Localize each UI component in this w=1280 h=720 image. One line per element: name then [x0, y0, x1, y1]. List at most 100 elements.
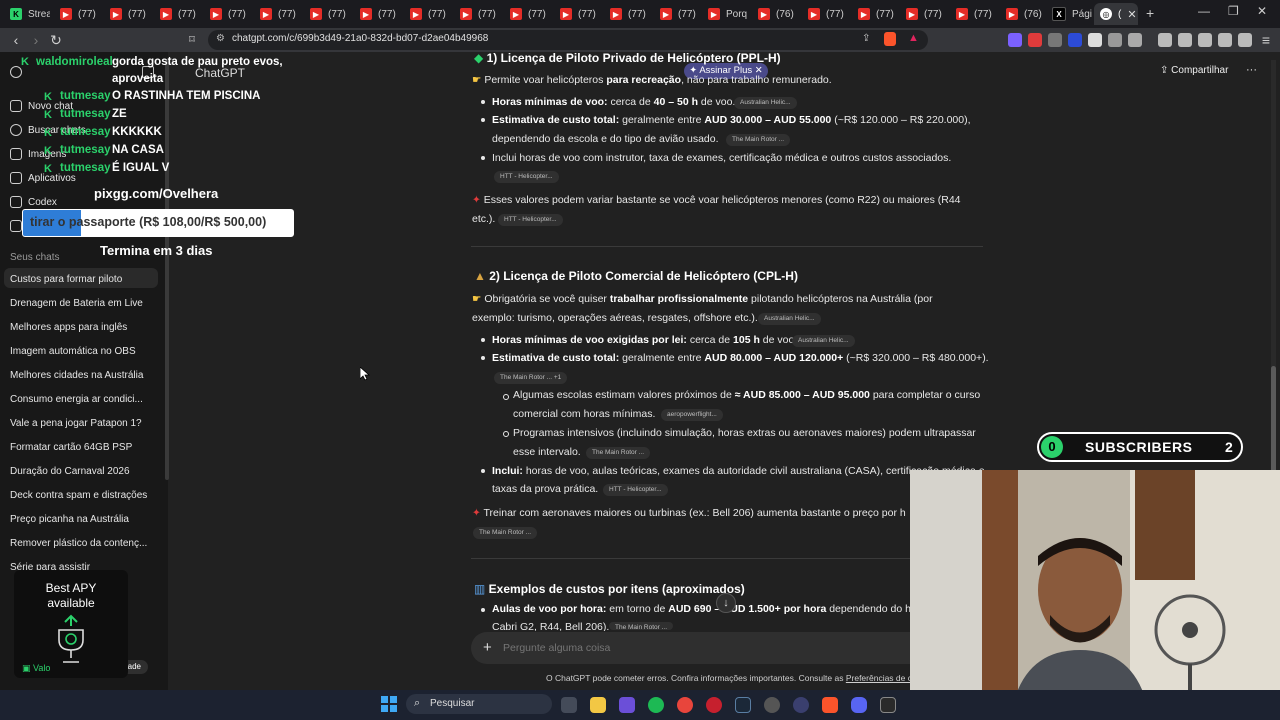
source-chip[interactable]: HTT - Helicopter... — [498, 214, 563, 226]
tab-youtube[interactable]: ▶ (77) — [900, 3, 946, 25]
share-button[interactable]: ⇪ Compartilhar — [1160, 65, 1228, 76]
extension-icon[interactable] — [1128, 33, 1142, 47]
vpn-icon[interactable] — [1218, 33, 1232, 47]
brave-rewards-icon[interactable]: ▲ — [908, 32, 919, 44]
browser-menu-icon[interactable]: ≡ — [1258, 32, 1274, 48]
back-icon[interactable]: ‹ — [8, 32, 24, 48]
page-scrollbar[interactable] — [1271, 366, 1276, 476]
epic-games-icon[interactable] — [880, 697, 896, 713]
pointing-hand-icon: ☛ — [472, 74, 485, 86]
more-options-icon[interactable]: ··· — [1246, 64, 1257, 76]
source-chip[interactable]: The Main Rotor ... — [473, 527, 538, 539]
forward-icon[interactable]: › — [28, 32, 44, 48]
tab-youtube[interactable]: ▶ (77) — [504, 3, 550, 25]
reload-icon[interactable]: ↻ — [48, 32, 64, 48]
tab-youtube[interactable]: ▶ (77) — [802, 3, 848, 25]
obs-icon[interactable] — [793, 697, 809, 713]
source-chip[interactable]: Australian Helic... — [734, 97, 797, 109]
extension-icon[interactable] — [1088, 33, 1102, 47]
file-explorer-icon[interactable] — [590, 697, 606, 713]
source-chip[interactable]: The Main Rotor ... — [609, 622, 674, 630]
tab-youtube[interactable]: ▶ (76) — [1000, 3, 1044, 25]
sidebar-chat-item[interactable]: Melhores apps para inglês — [10, 322, 127, 333]
source-chip[interactable]: Australian Helic... — [792, 335, 855, 347]
shield-icon[interactable] — [1238, 33, 1252, 47]
extension-icon[interactable] — [1028, 33, 1042, 47]
sidebar-chat-item[interactable]: Preço picanha na Austrália — [10, 514, 129, 525]
source-chip[interactable]: aeropowerflight... — [661, 409, 723, 421]
sidebar-codex[interactable]: Codex — [28, 197, 57, 208]
tab-youtube[interactable]: ▶ (77) — [154, 3, 200, 25]
tab-youtube[interactable]: ▶ (77) — [54, 3, 100, 25]
extensions-puzzle-icon[interactable] — [1108, 33, 1122, 47]
sidebar-chat-item[interactable]: Formatar cartão 64GB PSP — [10, 442, 132, 453]
source-chip[interactable]: Australian Helic... — [758, 313, 821, 325]
tab-stream[interactable]: K Strea — [4, 3, 50, 25]
task-view-icon[interactable] — [561, 697, 577, 713]
tab-youtube[interactable]: ▶ (77) — [604, 3, 650, 25]
new-tab-icon[interactable]: + — [1146, 5, 1154, 21]
media-icon[interactable] — [1158, 33, 1172, 47]
tab-youtube[interactable]: ▶ (76) — [752, 3, 798, 25]
tab-x[interactable]: X Pági — [1046, 3, 1092, 25]
spotify-icon[interactable] — [648, 697, 664, 713]
source-chip[interactable]: HTT - Helicopter... — [494, 171, 559, 183]
tab-chatgpt-active[interactable]: ◎ ( ✕ — [1094, 3, 1138, 25]
site-info-icon[interactable]: ⚙ — [216, 33, 225, 44]
tab-youtube[interactable]: ▶ (77) — [404, 3, 450, 25]
source-chip[interactable]: The Main Rotor ... +1 — [494, 372, 568, 384]
opera-icon[interactable] — [706, 697, 722, 713]
share-page-icon[interactable]: ⇪ — [862, 33, 870, 44]
source-chip[interactable]: The Main Rotor ... — [726, 134, 791, 146]
taskbar-search[interactable]: ⌕ Pesquisar — [406, 694, 552, 714]
source-chip[interactable]: The Main Rotor ... — [586, 447, 651, 459]
tab-youtube[interactable]: ▶ (77) — [204, 3, 250, 25]
windows-start-icon[interactable] — [381, 696, 397, 712]
extension-icon[interactable] — [1048, 33, 1062, 47]
sidebar-chat-item[interactable]: Melhores cidades na Austrália — [10, 370, 143, 381]
source-chip[interactable]: HTT - Helicopter... — [603, 484, 668, 496]
codex-icon — [10, 196, 22, 208]
discord-icon[interactable] — [851, 697, 867, 713]
sidebar-chat-item[interactable]: Remover plástico da contenç... — [10, 538, 147, 549]
sidebar-chat-item[interactable]: Duração do Carnaval 2026 — [10, 466, 130, 477]
close-tab-icon[interactable]: ✕ — [1127, 8, 1136, 21]
app-icon[interactable] — [619, 697, 635, 713]
sidebar-toggle-icon[interactable] — [1178, 33, 1192, 47]
app-icon[interactable] — [764, 697, 780, 713]
sidebar-chat-item[interactable]: Imagem automática no OBS — [10, 346, 136, 357]
tab-youtube[interactable]: ▶ (77) — [354, 3, 400, 25]
minimize-icon[interactable]: — — [1198, 4, 1210, 18]
sidebar-chat-item[interactable]: Vale a pena jogar Patapon 1? — [10, 418, 142, 429]
wallet-icon[interactable] — [1198, 33, 1212, 47]
steam-icon[interactable] — [735, 697, 751, 713]
prompt-input[interactable] — [503, 640, 883, 656]
scroll-down-button[interactable]: ↓ — [716, 593, 736, 613]
sidebar-scrollbar[interactable] — [165, 60, 169, 480]
chrome-icon[interactable] — [677, 697, 693, 713]
tab-youtube[interactable]: ▶ (77) — [950, 3, 996, 25]
sidebar-chat-item[interactable]: Consumo energia ar condici... — [10, 394, 143, 405]
model-selector[interactable]: ChatGPT — [195, 66, 245, 80]
tab-youtube[interactable]: ▶ (77) — [852, 3, 898, 25]
maximize-icon[interactable]: ❐ — [1228, 4, 1239, 18]
tab-youtube[interactable]: ▶ Porq — [702, 3, 748, 25]
sidebar-chat-item[interactable]: Drenagem de Bateria em Live — [10, 298, 143, 309]
kick-badge-icon: K — [44, 163, 52, 175]
brave-icon[interactable] — [822, 697, 838, 713]
sidebar-chat-item[interactable]: Custos para formar piloto — [10, 274, 122, 285]
tab-youtube[interactable]: ▶ (77) — [554, 3, 600, 25]
extension-icon[interactable] — [1068, 33, 1082, 47]
extension-icon[interactable] — [1008, 33, 1022, 47]
tab-youtube[interactable]: ▶ (77) — [304, 3, 350, 25]
url-bar[interactable]: ⚙ chatgpt.com/c/699b3d49-21a0-832d-bd07-… — [208, 30, 928, 50]
close-window-icon[interactable]: ✕ — [1257, 4, 1267, 18]
tab-youtube[interactable]: ▶ (77) — [454, 3, 500, 25]
bookmark-icon[interactable]: ⌑ — [184, 32, 200, 48]
sidebar-chat-item[interactable]: Deck contra spam e distrações — [10, 490, 147, 501]
tab-youtube[interactable]: ▶ (77) — [104, 3, 150, 25]
tab-youtube[interactable]: ▶ (77) — [254, 3, 300, 25]
brave-shield-icon[interactable] — [884, 32, 896, 46]
plus-icon[interactable]: + — [483, 639, 492, 656]
tab-youtube[interactable]: ▶ (77) — [654, 3, 700, 25]
